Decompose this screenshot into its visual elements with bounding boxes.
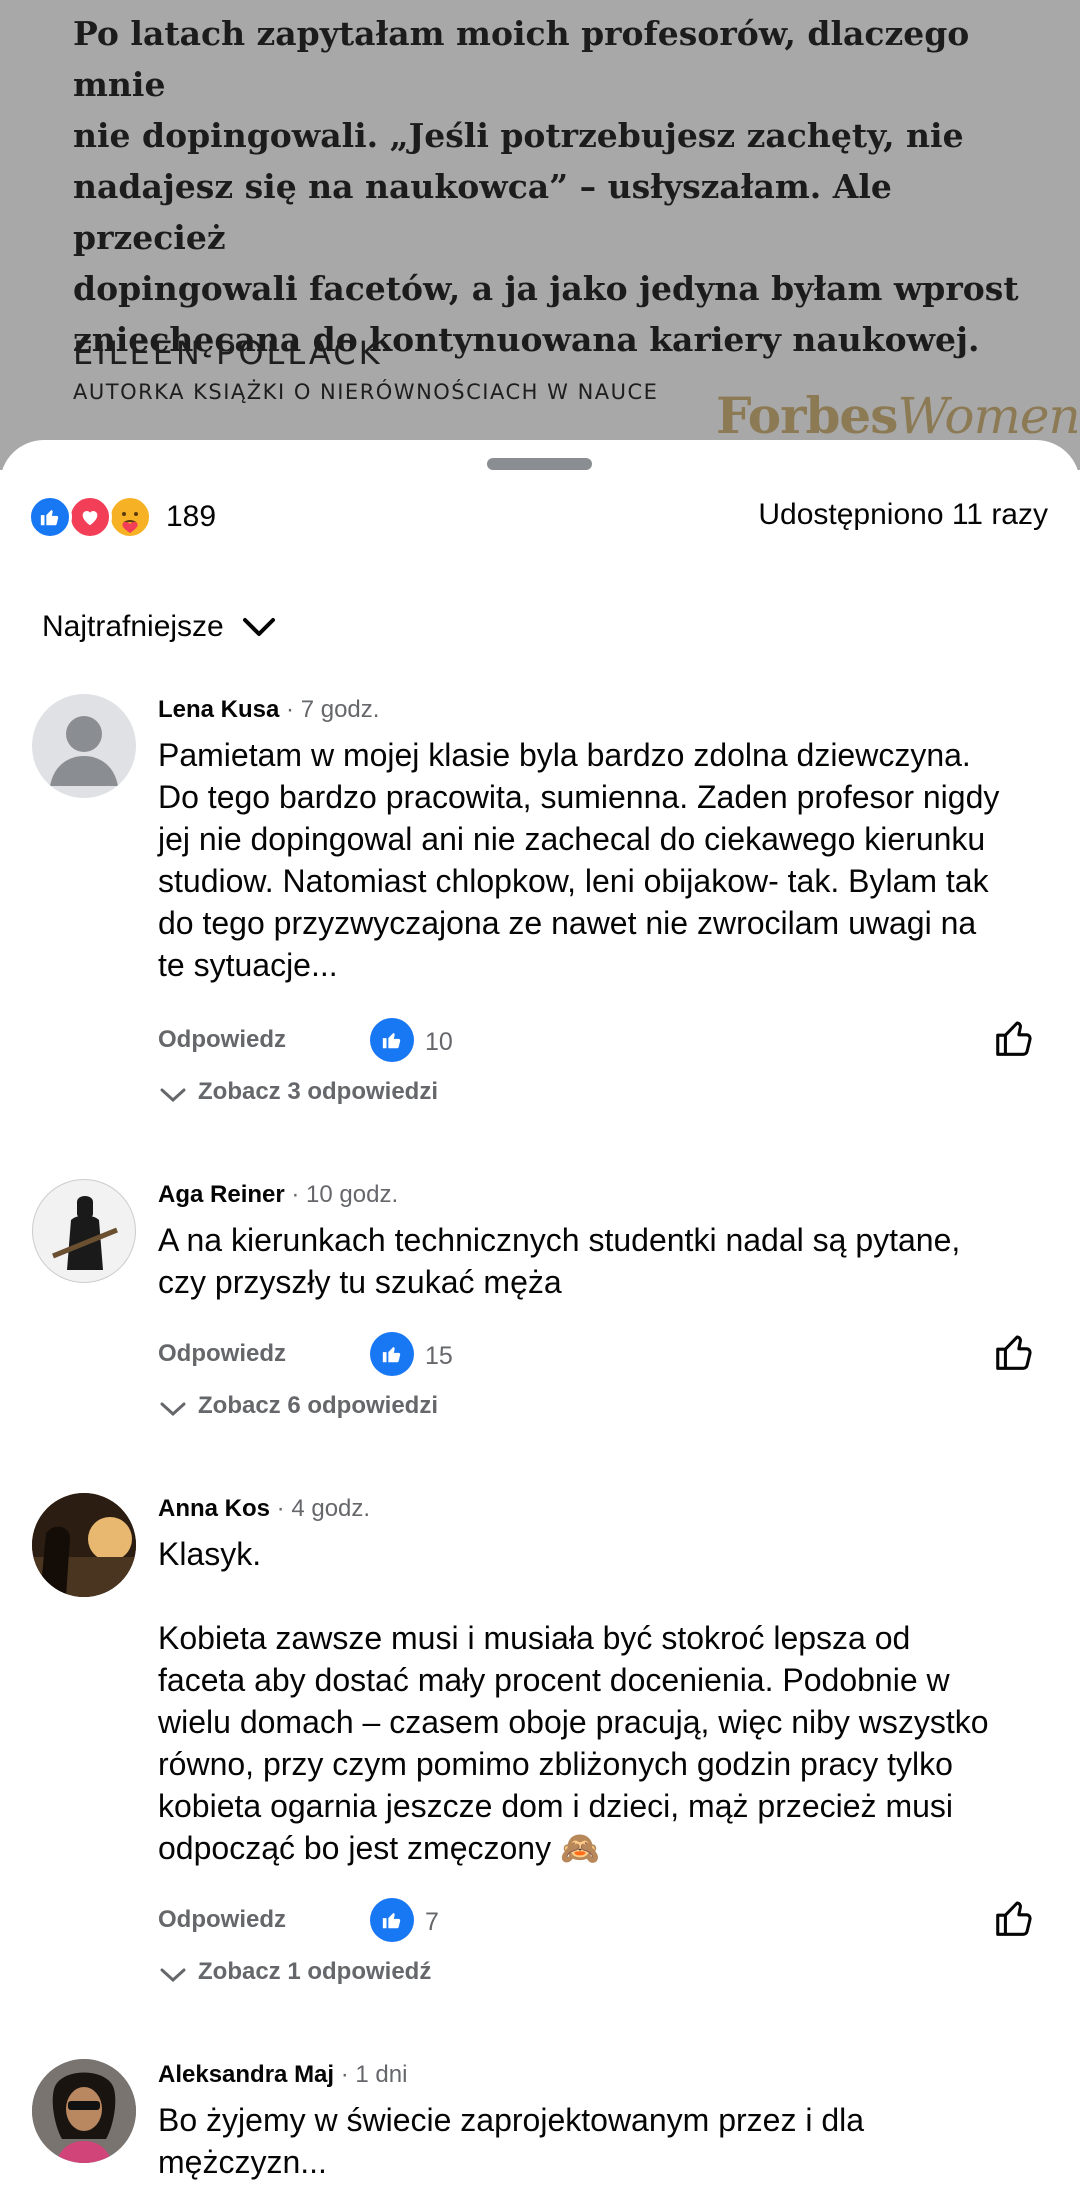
thumbs-up-icon[interactable] [992,1330,1038,1376]
avatar[interactable] [32,694,136,798]
post-author-description: AUTORKA KSIĄŻKI O NIERÓWNOŚCIACH W NAUCE [73,380,659,404]
comment-time: · 1 dni [334,2061,408,2088]
chevron-down-icon [160,1968,186,1983]
reactions-summary[interactable]: 189 [28,493,216,541]
like-count: 7 [425,1908,439,1936]
reply-button[interactable]: Odpowiedz [158,1026,286,1054]
like-icon [370,1898,414,1942]
view-replies-button[interactable]: Zobacz 1 odpowiedź [160,1958,431,1986]
chevron-down-icon [160,1402,186,1417]
avatar[interactable] [32,1493,136,1597]
sheet-drag-handle[interactable] [487,458,592,470]
reply-button[interactable]: Odpowiedz [158,1906,286,1934]
comment-author[interactable]: Lena Kusa [158,696,279,723]
view-replies-label: Zobacz 6 odpowiedzi [198,1392,439,1419]
care-reaction-icon [108,495,152,539]
view-replies-button[interactable]: Zobacz 3 odpowiedzi [160,1078,438,1106]
comment-author[interactable]: Aga Reiner [158,1181,285,1208]
sort-label: Najtrafniejsze [42,610,224,643]
sort-dropdown[interactable]: Najtrafniejsze [42,610,276,644]
love-reaction-icon [68,495,112,539]
like-count: 10 [425,1028,453,1056]
comment-text: A na kierunkach technicznych studentki n… [158,1222,961,1300]
chevron-down-icon [160,1088,186,1103]
comment-time: · 7 godz. [279,696,380,723]
avatar[interactable] [32,2059,136,2163]
shares-count[interactable]: Udostępniono 11 razy [758,498,1048,532]
post-quote: Po latach zapytałam moich profesorów, dl… [73,14,1019,359]
comment-text: Bo żyjemy w świecie zaprojektowanym prze… [158,2102,865,2180]
like-reaction-icon [28,495,72,539]
comment-time: · 10 godz. [284,1181,399,1208]
comment-text: Klasyk. Kobieta zawsze musi i musiała by… [158,1536,989,1866]
view-replies-label: Zobacz 3 odpowiedzi [198,1078,439,1105]
chevron-down-icon [242,618,275,636]
comment-text: Pamietam w mojej klasie byla bardzo zdol… [158,737,1000,983]
comments-sheet: 189 Udostępniono 11 razy Najtrafniejsze … [0,440,1080,2195]
view-replies-button[interactable]: Zobacz 6 odpowiedzi [160,1392,438,1420]
like-count: 15 [425,1342,453,1370]
comment-time: · 4 godz. [270,1495,371,1522]
comment-author[interactable]: Anna Kos [158,1495,270,1522]
like-icon [370,1018,414,1062]
like-icon [370,1332,414,1376]
thumbs-up-icon[interactable] [992,1016,1038,1062]
thumbs-up-icon[interactable] [992,1896,1038,1942]
post-image: Po latach zapytałam moich profesorów, dl… [0,0,1080,470]
comment-author[interactable]: Aleksandra Maj [158,2061,334,2088]
avatar[interactable] [32,1179,136,1283]
brand-logo: ForbesWomen [716,386,1080,445]
reactions-count: 189 [166,500,217,533]
reply-button[interactable]: Odpowiedz [158,1340,286,1368]
view-replies-label: Zobacz 1 odpowiedź [198,1958,432,1985]
post-author-name: EILEEN POLLACK [73,334,383,372]
